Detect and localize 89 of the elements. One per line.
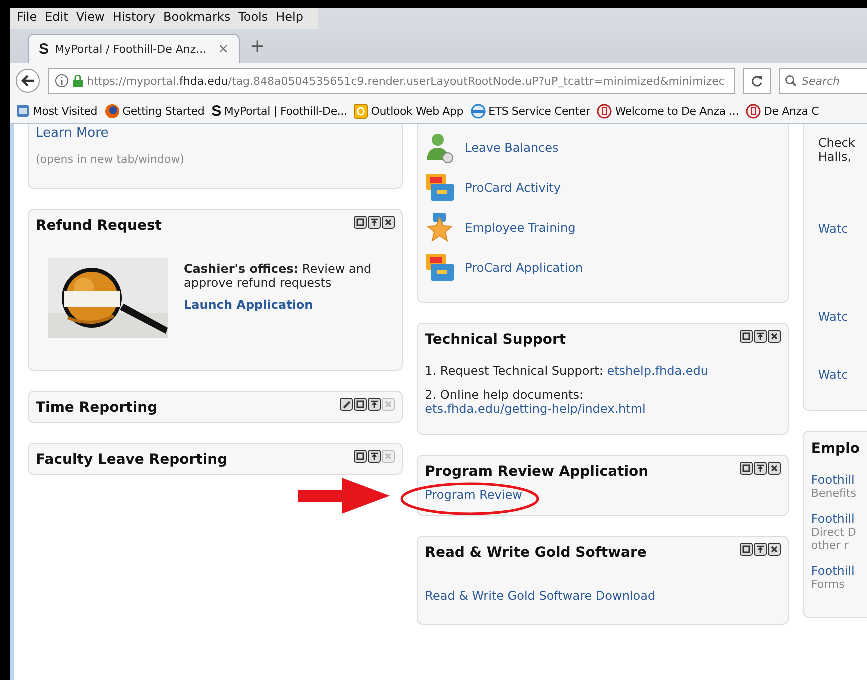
browser-tab[interactable]: S MyPortal / Foothill-De Anz... × — [28, 34, 240, 63]
reload-button[interactable] — [743, 68, 771, 94]
bookmark-folder-icon — [16, 104, 30, 118]
menu-item[interactable]: Help — [273, 10, 306, 27]
bookmark-link[interactable]: ETS Service Center — [488, 104, 590, 118]
s-logo: S — [212, 102, 222, 120]
maximize-button[interactable] — [754, 462, 768, 475]
minimize-button[interactable] — [740, 330, 754, 343]
info-icon — [55, 74, 69, 88]
app-link[interactable]: ProCard Application — [465, 261, 584, 275]
url-text: https://myportal.fhda.edu/tag.848a0504535651c9.render.userLayoutRootNode.uP?uP_tcattr=minimized&minimizec — [87, 74, 725, 88]
description-text: Cashier's offices: Review and approve refund requests — [184, 262, 373, 290]
card-icon — [425, 252, 456, 284]
globe-icon — [470, 104, 486, 118]
bookmark-link[interactable]: MyPortal | Foothill-De... — [224, 104, 348, 118]
menu-item[interactable]: Bookmarks — [160, 10, 234, 27]
bookmark-link[interactable]: Most Visited — [33, 104, 98, 118]
download-link[interactable]: Read & Write Gold Software Download — [425, 589, 656, 603]
watch-link[interactable]: Watc — [818, 368, 860, 382]
portlet-title: Technical Support — [425, 331, 566, 348]
bookmark-link[interactable]: Welcome to De Anza ... — [615, 104, 739, 118]
link-note: (opens in new tab/window) — [36, 153, 186, 166]
search-field[interactable]: Search — [779, 68, 867, 94]
close-button[interactable] — [768, 543, 782, 556]
seal-icon — [746, 104, 761, 118]
minimize-button[interactable] — [740, 543, 754, 556]
minimize-button[interactable] — [354, 450, 368, 463]
portlet-title: Read & Write Gold Software — [425, 544, 647, 561]
portlet-title: Time Reporting — [36, 399, 158, 416]
card-icon — [425, 172, 456, 204]
menu-item[interactable]: File — [14, 10, 40, 27]
bookmark-link[interactable]: De Anza C — [764, 104, 820, 118]
globe-icon — [104, 104, 120, 118]
bookmark-link[interactable]: Outlook Web App — [371, 104, 464, 118]
resource-link[interactable]: Foothill — [811, 564, 860, 578]
menu-item[interactable]: History — [110, 10, 159, 27]
portlet-title: Faculty Leave Reporting — [36, 451, 228, 468]
tab-close-button[interactable]: × — [218, 42, 229, 56]
support-link[interactable]: etshelp.fhda.edu — [607, 364, 709, 378]
minimize-button[interactable] — [354, 398, 368, 411]
close-button[interactable] — [382, 216, 396, 229]
resource-text: Benefits — [811, 487, 858, 500]
resource-text: Forms — [811, 578, 846, 591]
support-link[interactable]: ets.fhda.edu/getting-help/index.html — [425, 402, 646, 416]
minimize-button[interactable] — [354, 216, 368, 229]
portlet-title: Emplo — [811, 440, 860, 457]
support-item: 1. Request Technical Support: etshelp.fhda.edu — [425, 364, 710, 378]
seal-icon — [597, 104, 612, 118]
info-text: Halls, — [818, 150, 853, 164]
learn-more-link[interactable]: Learn More — [36, 126, 396, 141]
menu-item[interactable]: Edit — [42, 10, 72, 27]
portlet-title: Refund Request — [36, 217, 162, 234]
app-link[interactable]: Leave Balances — [465, 141, 559, 155]
reload-icon — [751, 75, 763, 87]
edit-button[interactable] — [340, 398, 354, 411]
watch-link[interactable]: Watc — [818, 222, 860, 236]
star-icon — [425, 212, 456, 244]
launch-link[interactable]: Launch Application — [184, 298, 384, 312]
maximize-button[interactable] — [754, 543, 768, 556]
address-bar[interactable]: https://myportal.fhda.edu/tag.848a0504535651c9.render.userLayoutRootNode.uP?uP_tcattr=minimized&minimizec — [48, 68, 735, 94]
maximize-button[interactable] — [368, 398, 382, 411]
resource-link[interactable]: Foothill — [811, 473, 860, 487]
close-button[interactable] — [768, 330, 782, 343]
maximize-button[interactable] — [368, 450, 382, 463]
menu-item[interactable]: Tools — [236, 10, 272, 27]
mail-app-icon — [354, 104, 368, 118]
resource-text: Direct D — [811, 526, 858, 539]
maximize-button[interactable] — [754, 330, 768, 343]
close-button[interactable] — [768, 462, 782, 475]
watch-link[interactable]: Watc — [818, 310, 860, 324]
minimize-button[interactable] — [740, 462, 754, 475]
resource-text: other r — [811, 539, 850, 552]
bookmark-link[interactable]: Getting Started — [122, 104, 205, 118]
app-link[interactable]: ProCard Activity — [465, 181, 561, 195]
s-logo: S — [39, 40, 50, 58]
menu-item[interactable]: View — [73, 10, 108, 27]
info-text: Check — [818, 136, 856, 150]
back-arrow-icon — [21, 75, 35, 87]
support-item: 2. Online help documents: ets.fhda.edu/getting-help/index.html — [425, 388, 647, 416]
maximize-button[interactable] — [368, 216, 382, 229]
search-icon — [785, 75, 797, 87]
tab-title: MyPortal / Foothill-De Anz... — [55, 42, 207, 56]
app-link[interactable]: Employee Training — [465, 221, 576, 235]
lock-icon — [73, 75, 83, 87]
new-tab-button[interactable]: + — [250, 36, 266, 63]
back-button[interactable] — [16, 69, 40, 93]
person-clock-icon — [425, 132, 456, 164]
portlet-title: Program Review Application — [425, 463, 649, 480]
resource-link[interactable]: Foothill — [811, 512, 860, 526]
